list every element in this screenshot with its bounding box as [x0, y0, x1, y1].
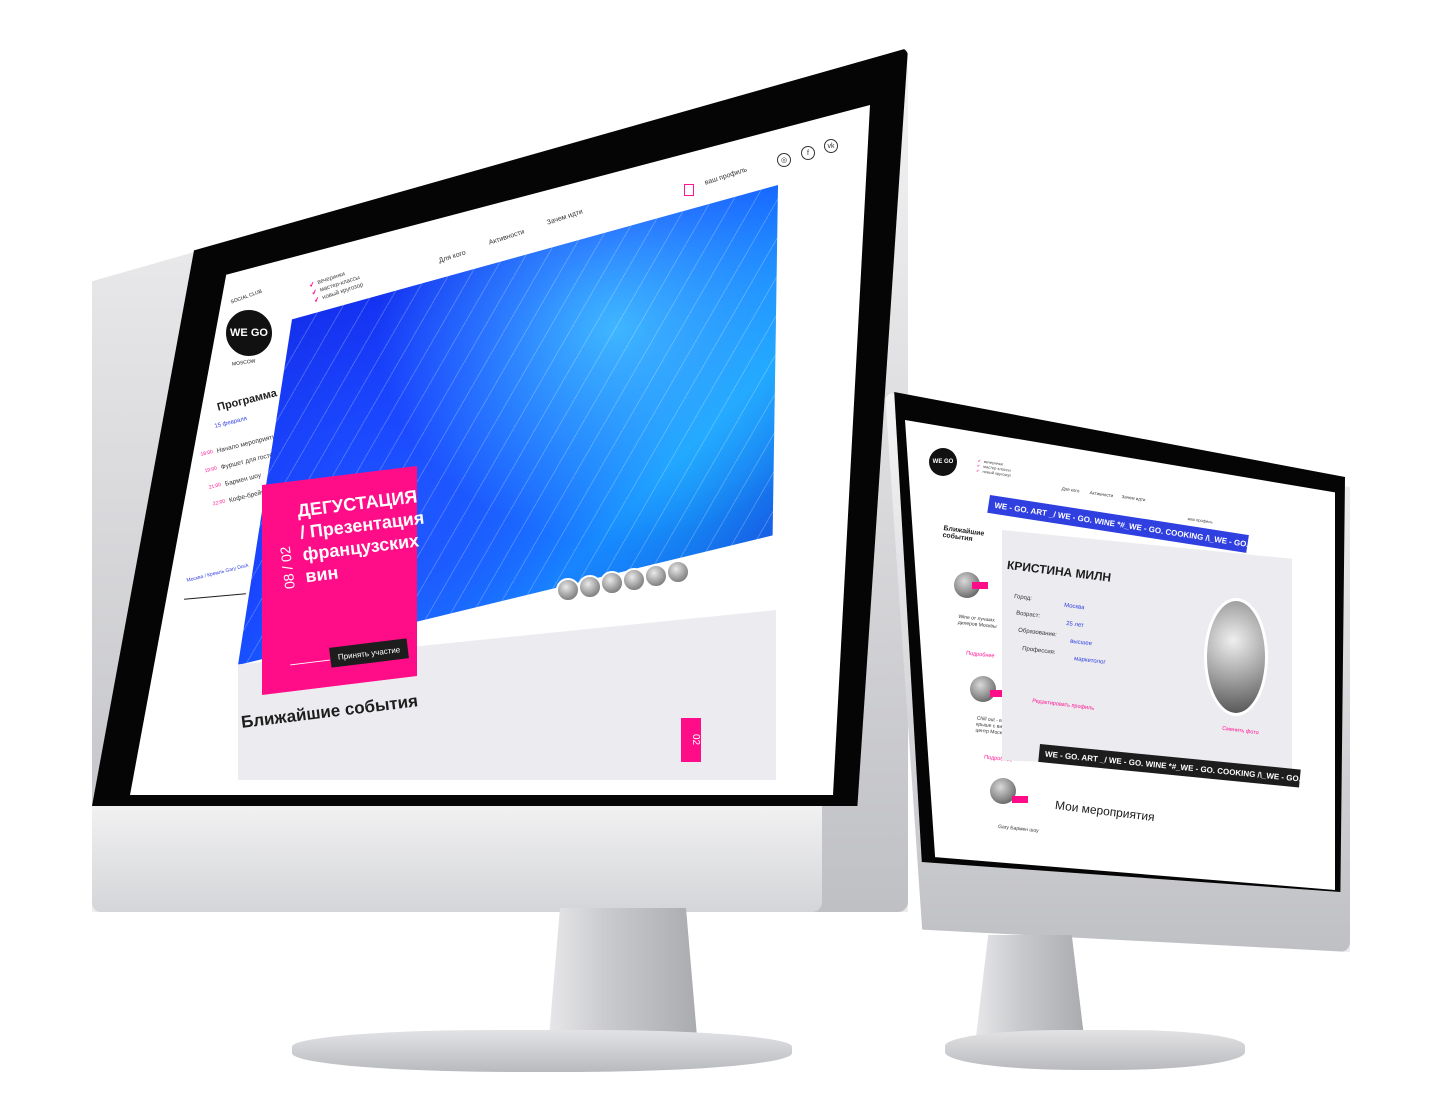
vk-icon[interactable]: vk [824, 139, 838, 153]
guest-avatar[interactable] [578, 575, 602, 599]
hero-event-title: ДЕГУСТАЦИЯ / Презентация французских вин [296, 486, 426, 587]
profile-photo[interactable] [1204, 598, 1268, 716]
event-thumb[interactable] [970, 676, 996, 702]
large-monitor-stand [548, 908, 698, 1048]
event-date-badge [1012, 796, 1028, 803]
events-date-badge: 02 [681, 718, 701, 762]
guest-avatar[interactable] [666, 560, 690, 584]
event-date-badge [972, 582, 988, 589]
logo-text: WE GO [230, 327, 268, 339]
guest-avatar[interactable] [556, 578, 580, 602]
we-go-logo[interactable]: WE GO [226, 310, 272, 356]
check-icon: ✔ [313, 296, 322, 305]
large-monitor-foot [292, 1030, 792, 1072]
small-we-go-logo[interactable]: WE GO [929, 448, 957, 476]
instagram-icon[interactable]: ◎ [777, 153, 791, 167]
small-monitor-stand [975, 935, 1085, 1045]
profile-icon[interactable] [684, 184, 694, 196]
small-monitor-foot [945, 1030, 1245, 1070]
hero-next-arrow[interactable]: ▶ [804, 376, 813, 390]
sidebar-logo-wrap[interactable]: WE GO [226, 310, 272, 356]
guest-avatar[interactable] [600, 571, 624, 595]
large-monitor-chin [92, 806, 822, 912]
facebook-icon[interactable]: f [801, 146, 815, 160]
guest-avatar[interactable] [644, 564, 668, 588]
guest-avatar[interactable] [622, 568, 646, 592]
